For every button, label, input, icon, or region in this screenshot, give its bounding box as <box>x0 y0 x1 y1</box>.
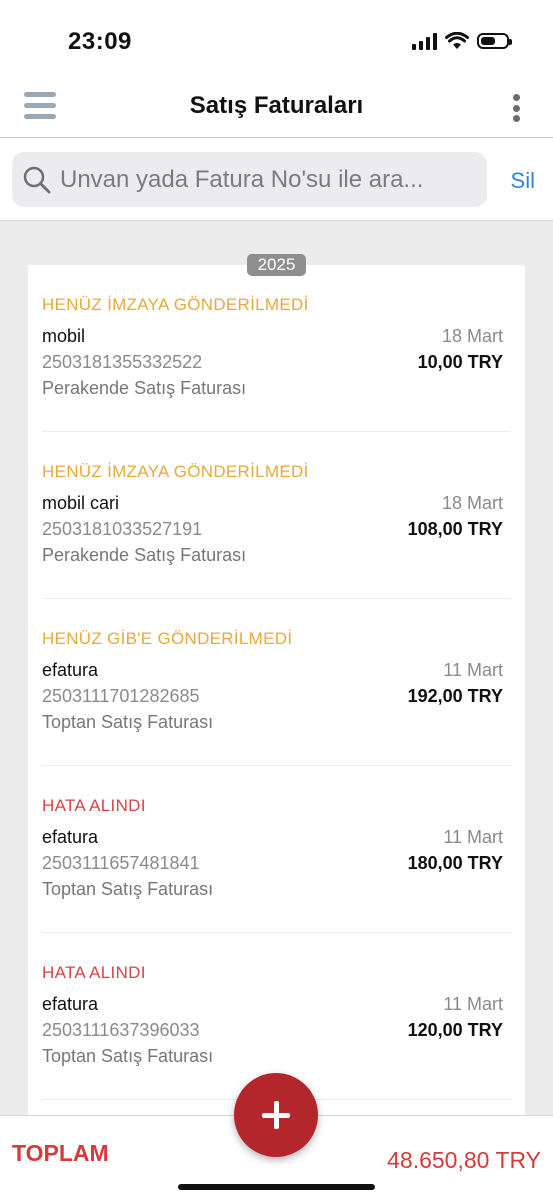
invoice-date: 11 Mart <box>443 660 503 680</box>
invoice-number: 2503111637396033 <box>42 1020 200 1040</box>
invoice-list: HENÜZ İMZAYA GÖNDERİLMEDİ mobil 25031813… <box>28 265 525 1115</box>
invoice-number: 2503181355332522 <box>42 352 203 372</box>
total-label: TOPLAM <box>12 1140 109 1166</box>
invoice-customer: mobil <box>42 326 86 346</box>
invoice-type: Toptan Satış Faturası <box>42 879 214 899</box>
invoice-customer: efatura <box>42 994 99 1014</box>
more-options-icon[interactable] <box>511 94 521 122</box>
clock: 23:09 <box>68 28 132 55</box>
invoice-status: HENÜZ GİB'E GÖNDERİLMEDİ <box>42 629 293 648</box>
invoice-number: 2503111657481841 <box>42 853 200 873</box>
invoice-amount: 108,00 TRY <box>407 519 503 539</box>
invoice-customer: mobil cari <box>42 493 120 513</box>
invoice-date: 18 Mart <box>441 493 503 513</box>
invoice-customer: efatura <box>42 660 99 680</box>
invoice-amount: 192,00 TRY <box>407 686 503 706</box>
invoice-amount: 180,00 TRY <box>407 853 503 873</box>
status-icons <box>412 30 512 52</box>
year-badge: 2025 <box>247 254 306 276</box>
home-indicator[interactable] <box>178 1184 375 1190</box>
invoice-date: 11 Mart <box>443 827 503 847</box>
invoice-item[interactable]: HATA ALINDI efatura 2503111657481841 Top… <box>42 766 511 933</box>
invoice-status: HATA ALINDI <box>42 963 146 982</box>
total-amount: 48.650,80 TRY <box>387 1147 541 1173</box>
search-bar: Sil <box>0 138 553 221</box>
status-bar: 23:09 <box>0 0 553 80</box>
add-invoice-button[interactable] <box>234 1073 318 1157</box>
invoice-number: 2503111701282685 <box>42 686 200 706</box>
page-title: Satış Faturaları <box>189 92 364 119</box>
invoice-type: Perakende Satış Faturası <box>42 378 247 398</box>
invoice-type: Toptan Satış Faturası <box>42 1046 214 1066</box>
invoice-status: HENÜZ İMZAYA GÖNDERİLMEDİ <box>42 462 309 481</box>
invoice-status: HENÜZ İMZAYA GÖNDERİLMEDİ <box>42 295 309 314</box>
invoice-item[interactable]: HENÜZ İMZAYA GÖNDERİLMEDİ mobil cari 250… <box>42 432 511 599</box>
invoice-amount: 10,00 TRY <box>417 352 503 372</box>
invoice-date: 11 Mart <box>443 994 503 1014</box>
invoice-status: HATA ALINDI <box>42 796 146 815</box>
cellular-signal-icon <box>412 32 437 50</box>
invoice-type: Perakende Satış Faturası <box>42 545 247 565</box>
invoice-customer: efatura <box>42 827 99 847</box>
search-input[interactable] <box>58 164 482 195</box>
invoice-amount: 120,00 TRY <box>407 1020 503 1040</box>
invoice-item[interactable]: HENÜZ GİB'E GÖNDERİLMEDİ efatura 2503111… <box>42 599 511 766</box>
invoice-number: 2503181033527191 <box>42 519 203 539</box>
battery-icon <box>477 33 512 49</box>
wifi-icon <box>445 32 469 49</box>
invoice-item[interactable]: HENÜZ İMZAYA GÖNDERİLMEDİ mobil 25031813… <box>42 265 511 432</box>
nav-bar: Satış Faturaları <box>0 80 553 138</box>
search-box[interactable] <box>12 152 487 207</box>
invoice-type: Toptan Satış Faturası <box>42 712 214 732</box>
clear-button[interactable]: Sil <box>511 168 535 194</box>
search-icon <box>23 166 51 193</box>
invoice-date: 18 Mart <box>441 326 503 346</box>
